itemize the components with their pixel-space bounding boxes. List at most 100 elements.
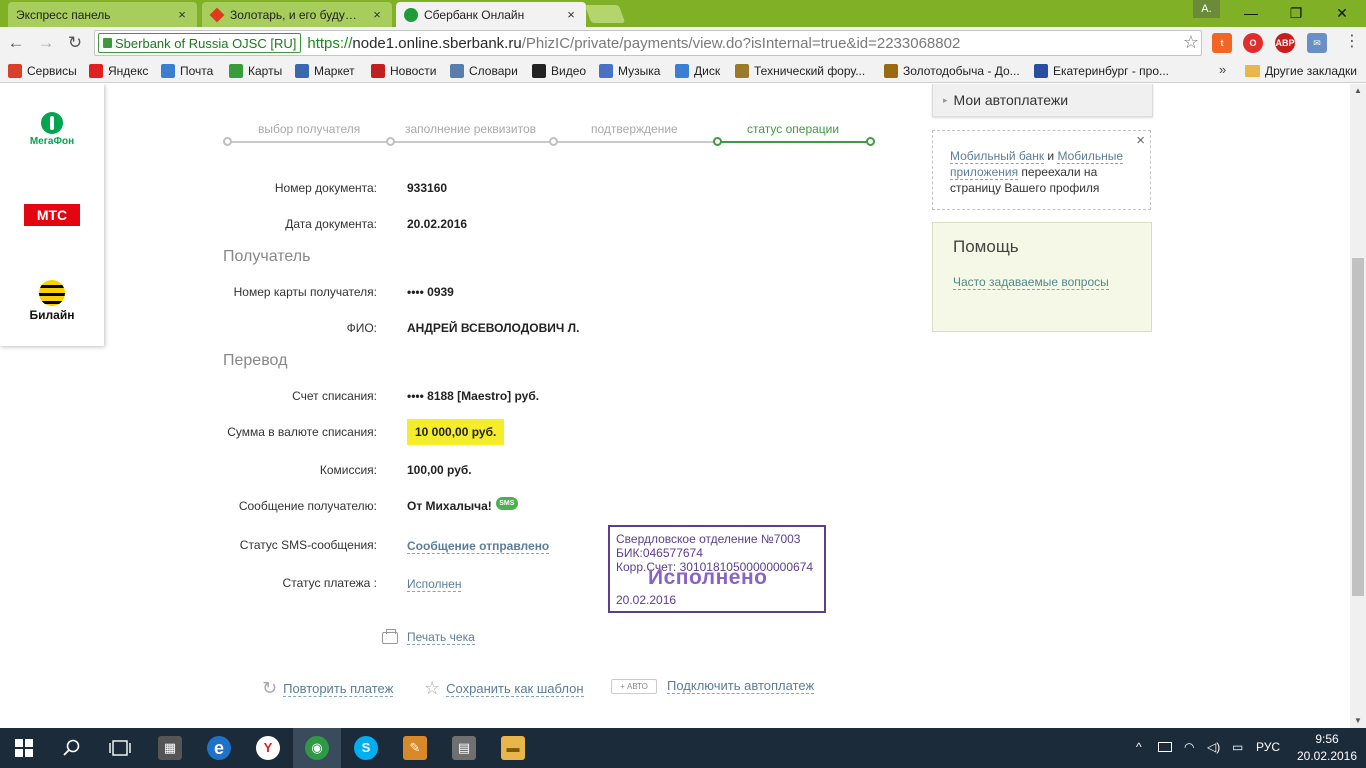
close-window-button[interactable]: ✕ [1319, 0, 1365, 26]
bookmark-services[interactable]: Сервисы [8, 62, 77, 80]
ev-certificate-badge[interactable]: Sberbank of Russia OJSC [RU] [98, 33, 302, 53]
print-receipt-label: Печать чека [407, 630, 475, 645]
url-text[interactable]: https://node1.online.sberbank.ru/PhizIC/… [307, 35, 960, 52]
tab-zolotar[interactable]: Золотарь, и его будущее × [202, 2, 392, 27]
taskbar-file-explorer[interactable]: ▬ [489, 728, 537, 768]
connect-autopay-button[interactable]: + АВТО Подключить автоплатеж [611, 678, 815, 694]
minimize-button[interactable]: — [1228, 0, 1274, 26]
close-icon[interactable]: × [370, 7, 384, 22]
opera-extension-icon[interactable]: O [1243, 33, 1263, 53]
tab-sberbank-online[interactable]: Сбербанк Онлайн × [396, 2, 586, 27]
fee-label: Комиссия: [319, 463, 377, 477]
music-icon [599, 64, 613, 78]
scroll-down-icon[interactable]: ▼ [1350, 716, 1366, 725]
tab-express-panel[interactable]: Экспресс панель × [8, 2, 197, 27]
taskbar-chrome[interactable]: ◉ [293, 728, 341, 768]
operator-mts[interactable]: МТС [18, 204, 86, 226]
bookmark-disk[interactable]: Диск [675, 62, 720, 80]
close-icon[interactable]: × [564, 7, 578, 22]
operator-name: МегаФон [29, 136, 75, 147]
forward-button[interactable]: → [34, 31, 58, 55]
address-bar[interactable]: Sberbank of Russia OJSC [RU] https://nod… [94, 30, 1202, 56]
operator-megafon[interactable]: МегаФон [18, 112, 86, 147]
taskbar-yandex-browser[interactable]: Y [244, 728, 292, 768]
bookmark-label: Другие закладки [1265, 64, 1357, 78]
search-button[interactable] [48, 728, 96, 768]
bookmark-tech-forum[interactable]: Технический фору... [735, 62, 865, 80]
maximize-button[interactable]: ❐ [1273, 0, 1319, 26]
page-scrollbar[interactable]: ▲ ▼ [1350, 84, 1366, 728]
bookmark-gold-mining[interactable]: Золотодобыча - До... [884, 62, 1020, 80]
notifications-icon[interactable]: ▭ [1232, 740, 1243, 754]
notice-and: и [1044, 149, 1058, 163]
bookmark-ekaterinburg[interactable]: Екатеринбург - про... [1034, 62, 1169, 80]
taskbar-paint[interactable]: ✎ [391, 728, 439, 768]
reload-button[interactable]: ↻ [63, 31, 87, 55]
market-icon [295, 64, 309, 78]
taskbar-app[interactable]: ▤ [440, 728, 488, 768]
chrome-menu-icon[interactable]: ⋮ [1344, 33, 1360, 53]
start-button[interactable] [0, 728, 48, 768]
payment-status-link[interactable]: Исполнен [407, 577, 462, 592]
adblock-extension-icon[interactable]: ABP [1275, 33, 1295, 53]
bookmark-label: Маркет [314, 64, 355, 78]
wifi-icon[interactable]: ◠ [1184, 740, 1194, 754]
close-icon[interactable]: × [1136, 133, 1145, 149]
disk-icon [675, 64, 689, 78]
clock[interactable]: 9:56 20.02.2016 [1296, 731, 1358, 765]
battery-icon[interactable] [1158, 742, 1172, 752]
url-host: node1.online.sberbank.ru [352, 34, 522, 52]
step-dot [866, 137, 875, 146]
volume-icon[interactable]: ◁) [1207, 740, 1220, 754]
repeat-payment-label: Повторить платеж [283, 680, 394, 697]
task-view-button[interactable] [96, 728, 144, 768]
bookmark-music[interactable]: Музыка [599, 62, 660, 80]
bookmark-label: Новости [390, 64, 437, 78]
tumblr-extension-icon[interactable]: t [1212, 33, 1232, 53]
taskbar-skype[interactable]: S [342, 728, 390, 768]
help-box: Помощь Часто задаваемые вопросы [932, 222, 1152, 332]
new-tab-button[interactable] [584, 5, 626, 23]
other-bookmarks[interactable]: Другие закладки [1245, 62, 1357, 80]
scroll-up-icon[interactable]: ▲ [1350, 86, 1366, 95]
tray-chevron-up-icon[interactable]: ^ [1136, 740, 1142, 754]
my-autopayments-link[interactable]: ▸ Мои автоплатежи [932, 84, 1153, 117]
operator-beeline[interactable]: Билайн [18, 280, 86, 322]
sms-icon: SMS [495, 497, 518, 510]
language-indicator[interactable]: РУС [1256, 740, 1280, 754]
close-icon[interactable]: × [175, 7, 189, 22]
save-template-button[interactable]: ☆ Сохранить как шаблон [424, 678, 584, 699]
bookmarks-more-chevron-icon[interactable]: » [1219, 62, 1226, 77]
message-text: От Михалыча! [407, 499, 492, 513]
bookmark-label: Карты [248, 64, 283, 78]
task-view-icon [109, 740, 131, 756]
back-button[interactable]: ← [4, 31, 28, 55]
repeat-payment-button[interactable]: ↻ Повторить платеж [262, 678, 394, 699]
profile-badge[interactable]: A. [1193, 0, 1220, 18]
payment-status: Исполнен [407, 577, 462, 592]
print-receipt-link[interactable]: Печать чека [382, 628, 475, 645]
sms-status-link[interactable]: Сообщение отправлено [407, 539, 550, 554]
fee-value: 100,00 руб. [407, 463, 472, 477]
faq-link[interactable]: Часто задаваемые вопросы [953, 275, 1109, 290]
chevron-right-icon: ▸ [943, 94, 948, 105]
amount-value: 10 000,00 руб. [407, 419, 505, 445]
bookmark-market[interactable]: Маркет [295, 62, 355, 80]
bookmark-news[interactable]: Новости [371, 62, 436, 80]
mobile-bank-link[interactable]: Мобильный банк [950, 149, 1045, 164]
bookmark-star-icon[interactable]: ☆ [1183, 32, 1199, 53]
bookmark-mail[interactable]: Почта [161, 62, 213, 80]
bookmark-yandex[interactable]: Яндекс [89, 62, 148, 80]
scroll-thumb[interactable] [1352, 258, 1364, 596]
bookmark-dictionaries[interactable]: Словари [450, 62, 518, 80]
chrome-icon: ◉ [305, 736, 329, 760]
mail-extension-icon[interactable]: ✉ [1307, 33, 1327, 53]
bookmark-video[interactable]: Видео [532, 62, 586, 80]
taskbar-calculator[interactable]: ▦ [146, 728, 194, 768]
stamp-executed: Исполнено [648, 566, 768, 589]
recipient-name: АНДРЕЙ ВСЕВОЛОДОВИЧ Л. [407, 321, 580, 335]
taskbar-edge[interactable]: e [195, 728, 243, 768]
bookmark-maps[interactable]: Карты [229, 62, 282, 80]
operator-name: МТС [24, 204, 80, 226]
bookmark-label: Золотодобыча - До... [903, 64, 1020, 78]
